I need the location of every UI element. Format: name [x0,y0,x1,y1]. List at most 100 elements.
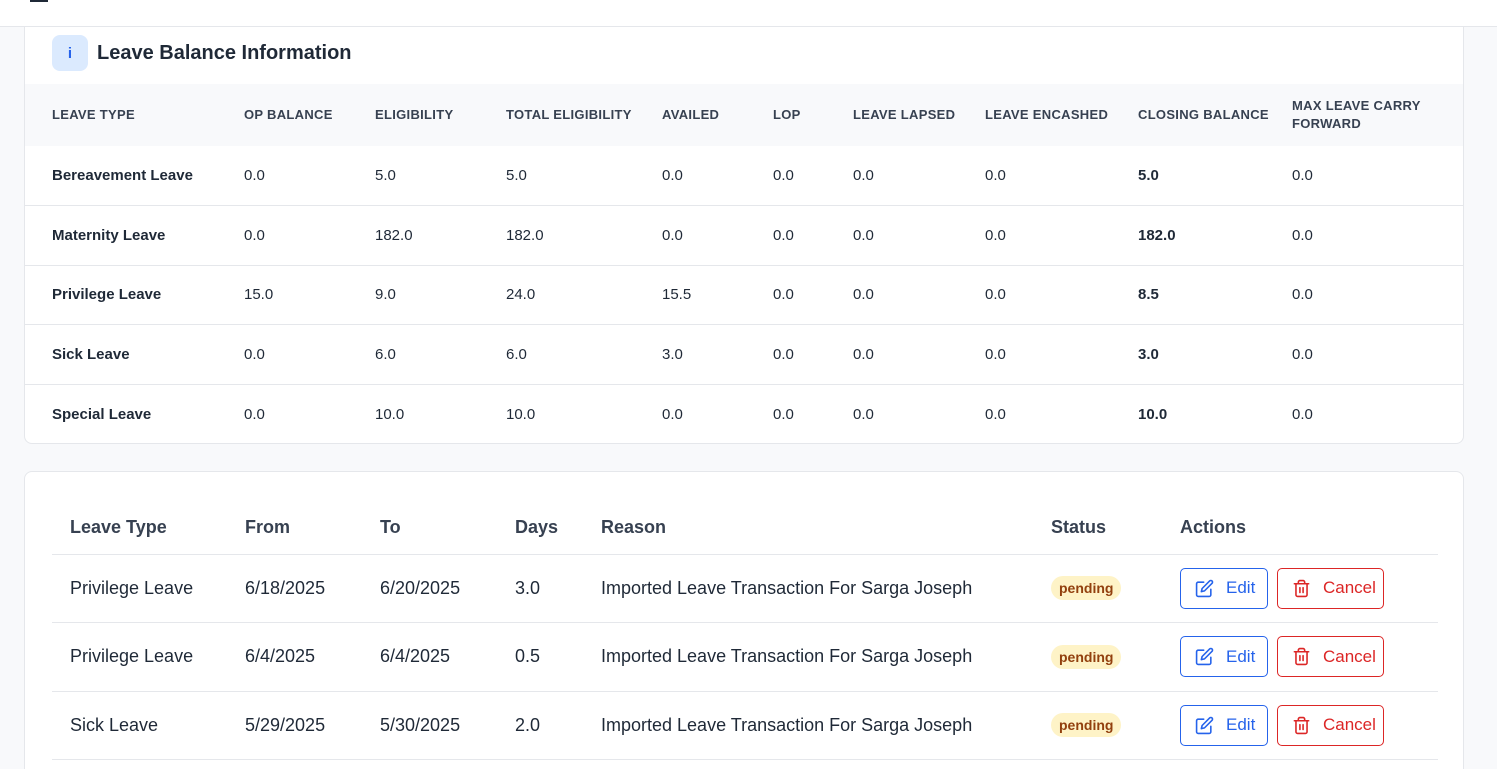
cell-to-date: 6/4/2025 [380,622,515,692]
cell-closing-balance: 10.0 [1138,405,1168,423]
cell-op-balance: 0.0 [244,346,265,364]
cell-leave-encashed: 0.0 [985,405,1006,423]
cell-total-eligibility: 6.0 [506,346,527,364]
cell-leave-lapsed: 0.0 [853,167,874,185]
cell-reason: Imported Leave Transaction For Sarga Jos… [601,691,1051,760]
cell-leave-type: Sick Leave [52,691,245,760]
cell-closing-balance: 182.0 [1138,226,1176,244]
table-row: Privilege Leave 15.0 9.0 24.0 15.5 0.0 0… [25,265,1463,325]
cell-op-balance: 0.0 [244,167,265,185]
cell-eligibility: 6.0 [375,346,396,364]
cell-reason: Imported Leave Transaction For Sarga Jos… [601,622,1051,692]
cell-leave-type: Privilege Leave [52,286,162,304]
edit-button-label: Edit [1226,578,1256,598]
cell-max-carry-forward: 0.0 [1292,167,1313,185]
col-header-days: Days [515,502,601,555]
cancel-button[interactable]: Cancel [1277,704,1384,746]
edit-button[interactable]: Edit [1180,704,1268,746]
cell-reason: Imported Leave Transaction For Sarga Jos… [601,554,1051,623]
cell-op-balance: 0.0 [244,405,265,423]
edit-button[interactable]: Edit [1180,636,1268,678]
leave-balance-header: i Leave Balance Information [52,35,352,71]
cell-total-eligibility: 10.0 [506,405,536,423]
cell-leave-encashed: 0.0 [985,226,1006,244]
cell-leave-type: Special Leave [52,405,152,423]
col-header-closing-balance: CLOSING BALANCE [1138,107,1269,122]
cell-max-carry-forward: 0.0 [1292,286,1313,304]
col-header-eligibility: ELIGIBILITY [375,107,454,122]
col-header-leave-type: Leave Type [52,502,245,555]
cell-leave-type: Sick Leave [52,346,130,364]
leave-balance-table: LEAVE TYPE OP BALANCE ELIGIBILITY TOTAL … [25,84,1463,444]
cell-days: 3.0 [515,554,601,623]
info-icon: i [52,35,88,71]
table-row: Special Leave 0.0 10.0 10.0 0.0 0.0 0.0 … [25,384,1463,444]
cell-total-eligibility: 5.0 [506,167,527,185]
cancel-button[interactable]: Cancel [1277,567,1384,609]
col-header-from: From [245,502,380,555]
cancel-button-label: Cancel [1323,715,1376,735]
cell-lop: 0.0 [773,346,794,364]
edit-button-label: Edit [1226,715,1256,735]
col-header-leave-lapsed: LEAVE LAPSED [853,107,956,122]
col-header-status: Status [1051,502,1180,555]
cell-eligibility: 10.0 [375,405,405,423]
cell-max-carry-forward: 0.0 [1292,226,1313,244]
cell-lop: 0.0 [773,226,794,244]
cell-total-eligibility: 182.0 [506,226,544,244]
cell-leave-lapsed: 0.0 [853,346,874,364]
cell-max-carry-forward: 0.0 [1292,346,1313,364]
cell-from-date: 6/18/2025 [245,554,380,623]
transactions-header-row: Leave Type From To Days Reason Status Ac… [52,502,1438,555]
leave-transactions-table: Leave Type From To Days Reason Status Ac… [52,502,1438,760]
cell-closing-balance: 8.5 [1138,286,1159,304]
table-row: Bereavement Leave 0.0 5.0 5.0 0.0 0.0 0.… [25,146,1463,206]
edit-button[interactable]: Edit [1180,567,1268,609]
col-header-leave-encashed: LEAVE ENCASHED [985,107,1109,122]
trash-icon [1293,579,1310,597]
cell-to-date: 6/20/2025 [380,554,515,623]
cell-status: pending [1051,554,1180,623]
cell-leave-type: Maternity Leave [52,226,166,244]
table-row: Privilege Leave 6/4/2025 6/4/2025 0.5 Im… [52,622,1438,692]
leave-balance-card: i Leave Balance Information LEAVE TYPE O… [24,27,1464,444]
trash-icon [1293,648,1310,666]
cell-op-balance: 0.0 [244,226,265,244]
cell-from-date: 6/4/2025 [245,622,380,692]
edit-icon [1195,716,1214,734]
cell-closing-balance: 3.0 [1138,346,1159,364]
cell-status: pending [1051,622,1180,692]
status-badge: pending [1051,644,1122,669]
cell-actions: Edit Cancel [1180,554,1438,623]
col-header-actions: Actions [1180,502,1438,555]
cell-leave-type: Privilege Leave [52,622,245,692]
cell-lop: 0.0 [773,405,794,423]
cell-leave-lapsed: 0.0 [853,286,874,304]
cell-to-date: 5/30/2025 [380,691,515,760]
table-row: Privilege Leave 6/18/2025 6/20/2025 3.0 … [52,554,1438,623]
cell-availed: 0.0 [662,167,683,185]
cell-lop: 0.0 [773,167,794,185]
cell-eligibility: 9.0 [375,286,396,304]
cell-availed: 0.0 [662,226,683,244]
cell-availed: 15.5 [662,286,692,304]
status-badge: pending [1051,713,1122,738]
cell-leave-lapsed: 0.0 [853,226,874,244]
cell-leave-encashed: 0.0 [985,286,1006,304]
cell-leave-lapsed: 0.0 [853,405,874,423]
cell-days: 0.5 [515,622,601,692]
cell-from-date: 5/29/2025 [245,691,380,760]
cell-leave-type: Privilege Leave [52,554,245,623]
cell-leave-encashed: 0.0 [985,167,1006,185]
cell-leave-encashed: 0.0 [985,346,1006,364]
edit-icon [1195,647,1214,666]
cell-availed: 0.0 [662,405,683,423]
col-header-availed: AVAILED [662,107,720,122]
cancel-button[interactable]: Cancel [1277,636,1384,678]
status-badge: pending [1051,576,1122,601]
cell-availed: 3.0 [662,346,683,364]
top-header-bar [0,0,1497,27]
cell-status: pending [1051,691,1180,760]
cell-actions: Edit Cancel [1180,622,1438,692]
col-header-op-balance: OP BALANCE [244,107,333,122]
